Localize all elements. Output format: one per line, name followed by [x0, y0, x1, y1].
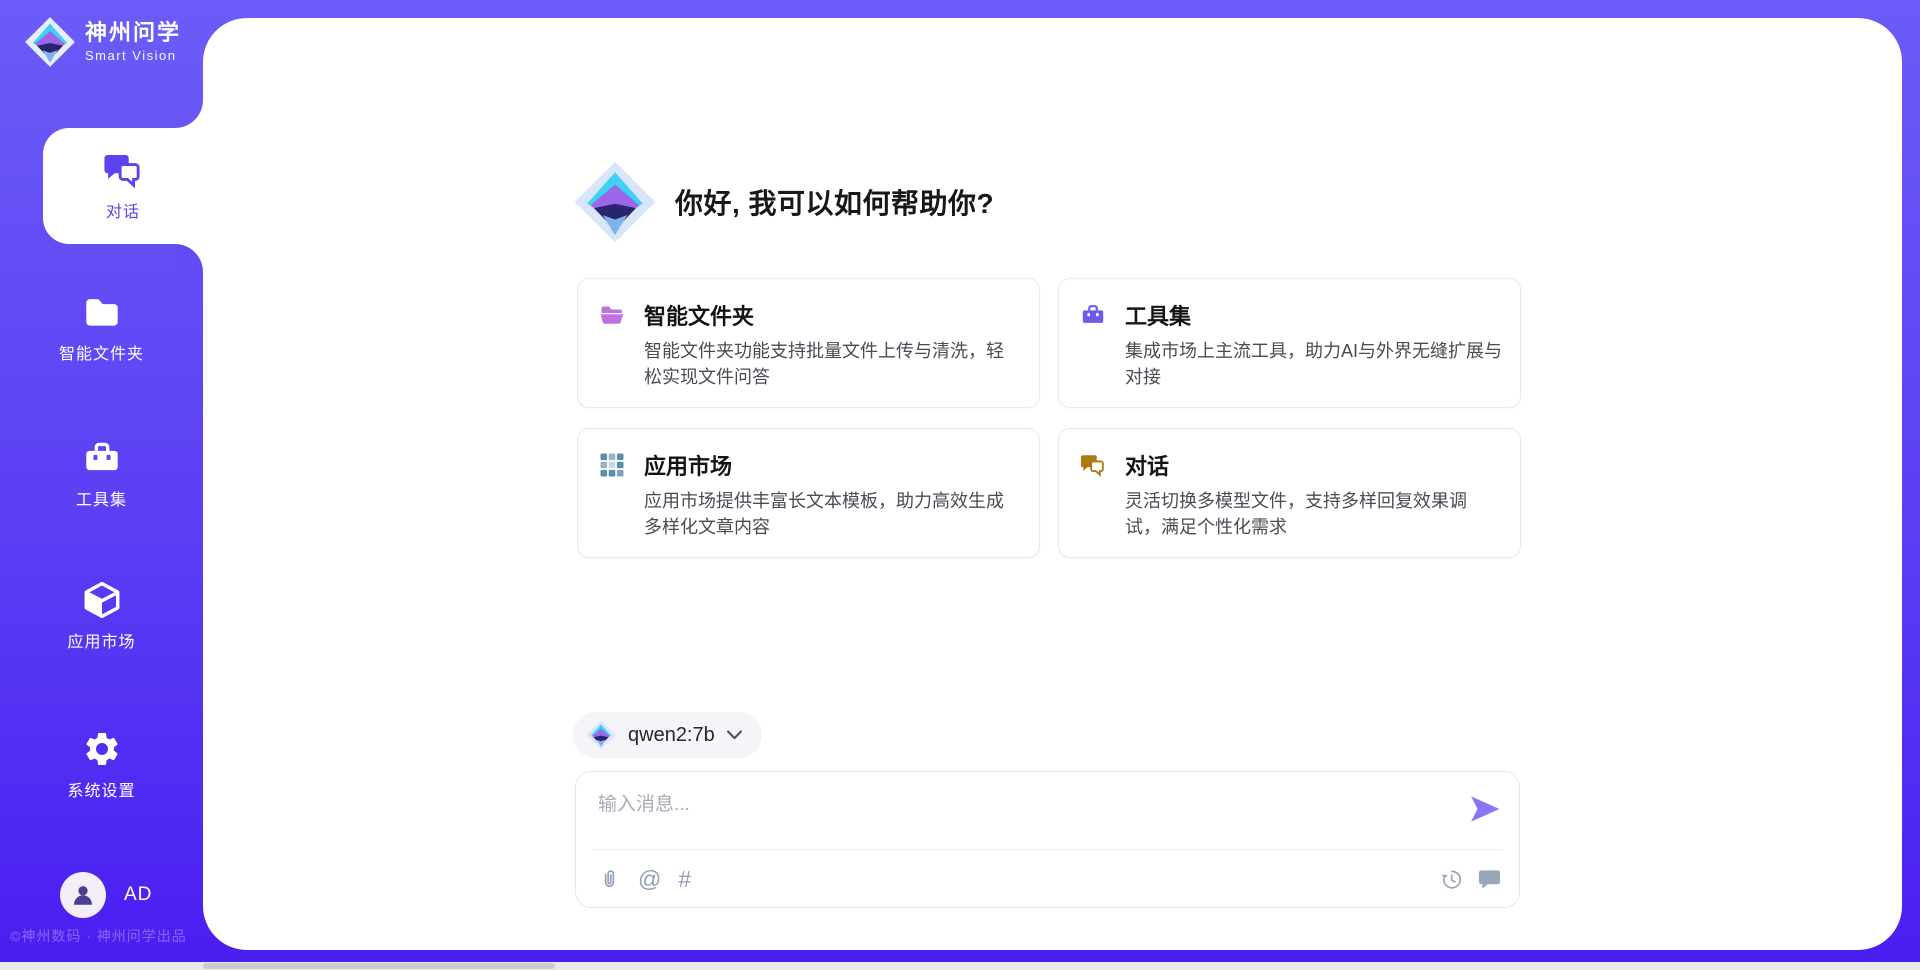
feedback-button[interactable] — [1478, 868, 1501, 891]
feature-cards: 智能文件夹 智能文件夹功能支持批量文件上传与清洗，轻松实现文件问答 工具集 集成… — [577, 278, 1521, 558]
card-description: 智能文件夹功能支持批量文件上传与清洗，轻松实现文件问答 — [644, 338, 1021, 390]
history-button[interactable] — [1440, 868, 1463, 891]
avatar — [60, 872, 106, 918]
message-composer: @ # — [575, 771, 1520, 908]
user-name: AD — [124, 884, 152, 906]
attach-file-button[interactable] — [598, 868, 621, 891]
greeting: 你好, 我可以如何帮助你? — [573, 160, 994, 244]
folder-icon — [82, 292, 122, 332]
greeting-text: 你好, 我可以如何帮助你? — [675, 182, 994, 222]
card-app-market[interactable]: 应用市场 应用市场提供丰富长文本模板，助力高效生成多样化文章内容 — [577, 428, 1040, 558]
composer-toolbar-right — [1440, 868, 1501, 891]
folder-open-icon — [599, 302, 625, 328]
model-name: qwen2:7b — [628, 724, 715, 747]
hash-icon: # — [678, 868, 691, 891]
brand: 神州问学 Smart Vision — [24, 16, 181, 68]
main-panel: 你好, 我可以如何帮助你? 智能文件夹 智能文件夹功能支持批量文件上传与清洗，轻… — [203, 18, 1902, 950]
model-selector[interactable]: qwen2:7b — [573, 712, 762, 758]
diamond-logo-icon — [586, 720, 616, 750]
history-icon — [1440, 868, 1463, 891]
at-icon: @ — [638, 868, 661, 891]
card-title: 智能文件夹 — [644, 299, 754, 331]
paperclip-icon — [598, 868, 621, 891]
composer-divider — [592, 849, 1503, 850]
sidebar: 神州问学 Smart Vision 对话 智能文件夹 工具集 — [0, 0, 203, 970]
sidebar-item-smart-folder[interactable]: 智能文件夹 — [0, 292, 203, 364]
cube-icon — [82, 580, 122, 620]
person-icon — [68, 880, 98, 910]
sidebar-item-label: 工具集 — [76, 486, 127, 510]
active-tab-curve-bottom — [175, 244, 203, 272]
card-title: 对话 — [1125, 449, 1169, 481]
gear-icon — [82, 729, 122, 769]
sidebar-item-settings[interactable]: 系统设置 — [0, 729, 203, 801]
main-content: 你好, 我可以如何帮助你? 智能文件夹 智能文件夹功能支持批量文件上传与清洗，轻… — [575, 18, 1521, 950]
sidebar-item-label: 应用市场 — [67, 628, 135, 652]
composer-toolbar: @ # — [598, 856, 1501, 902]
sidebar-item-toolset[interactable]: 工具集 — [0, 438, 203, 510]
brand-name: 神州问学 — [85, 21, 181, 45]
card-toolset[interactable]: 工具集 集成市场上主流工具，助力AI与外界无缝扩展与对接 — [1058, 278, 1521, 408]
sidebar-item-chat[interactable]: 对话 — [43, 128, 203, 244]
sidebar-item-app-market[interactable]: 应用市场 — [0, 580, 203, 652]
sidebar-item-label: 智能文件夹 — [59, 340, 144, 364]
sidebar-item-label: 对话 — [106, 198, 140, 222]
card-description: 应用市场提供丰富长文本模板，助力高效生成多样化文章内容 — [644, 488, 1021, 540]
send-icon[interactable] — [1469, 794, 1501, 824]
brand-subtitle: Smart Vision — [85, 48, 181, 63]
chat-bubble-icon — [1478, 868, 1501, 891]
toolbox-icon — [1080, 302, 1106, 328]
card-description: 集成市场上主流工具，助力AI与外界无缝扩展与对接 — [1125, 338, 1502, 390]
card-title: 应用市场 — [644, 449, 732, 481]
active-tab-curve-top — [175, 100, 203, 128]
horizontal-scrollbar-thumb[interactable] — [203, 963, 555, 969]
toolbox-icon — [82, 438, 122, 478]
sidebar-item-label: 系统设置 — [67, 777, 135, 801]
hashtag-button[interactable]: # — [678, 868, 691, 891]
brand-diamond-logo-icon — [24, 16, 76, 68]
chat-bubbles-icon — [103, 150, 143, 190]
card-title: 工具集 — [1125, 299, 1191, 331]
card-smart-folder[interactable]: 智能文件夹 智能文件夹功能支持批量文件上传与清洗，轻松实现文件问答 — [577, 278, 1040, 408]
horizontal-scrollbar — [0, 962, 1920, 970]
mention-button[interactable]: @ — [638, 868, 661, 891]
chevron-down-icon — [727, 730, 742, 740]
user-profile[interactable]: AD — [60, 872, 152, 918]
apps-grid-icon — [599, 452, 625, 478]
diamond-logo-icon — [573, 160, 657, 244]
chat-bubbles-icon — [1080, 452, 1106, 478]
card-chat[interactable]: 对话 灵活切换多模型文件，支持多样回复效果调试，满足个性化需求 — [1058, 428, 1521, 558]
message-input[interactable] — [598, 789, 1438, 841]
card-description: 灵活切换多模型文件，支持多样回复效果调试，满足个性化需求 — [1125, 488, 1502, 540]
copyright-footer: ©神州数码 · 神州问学出品 — [10, 926, 187, 946]
